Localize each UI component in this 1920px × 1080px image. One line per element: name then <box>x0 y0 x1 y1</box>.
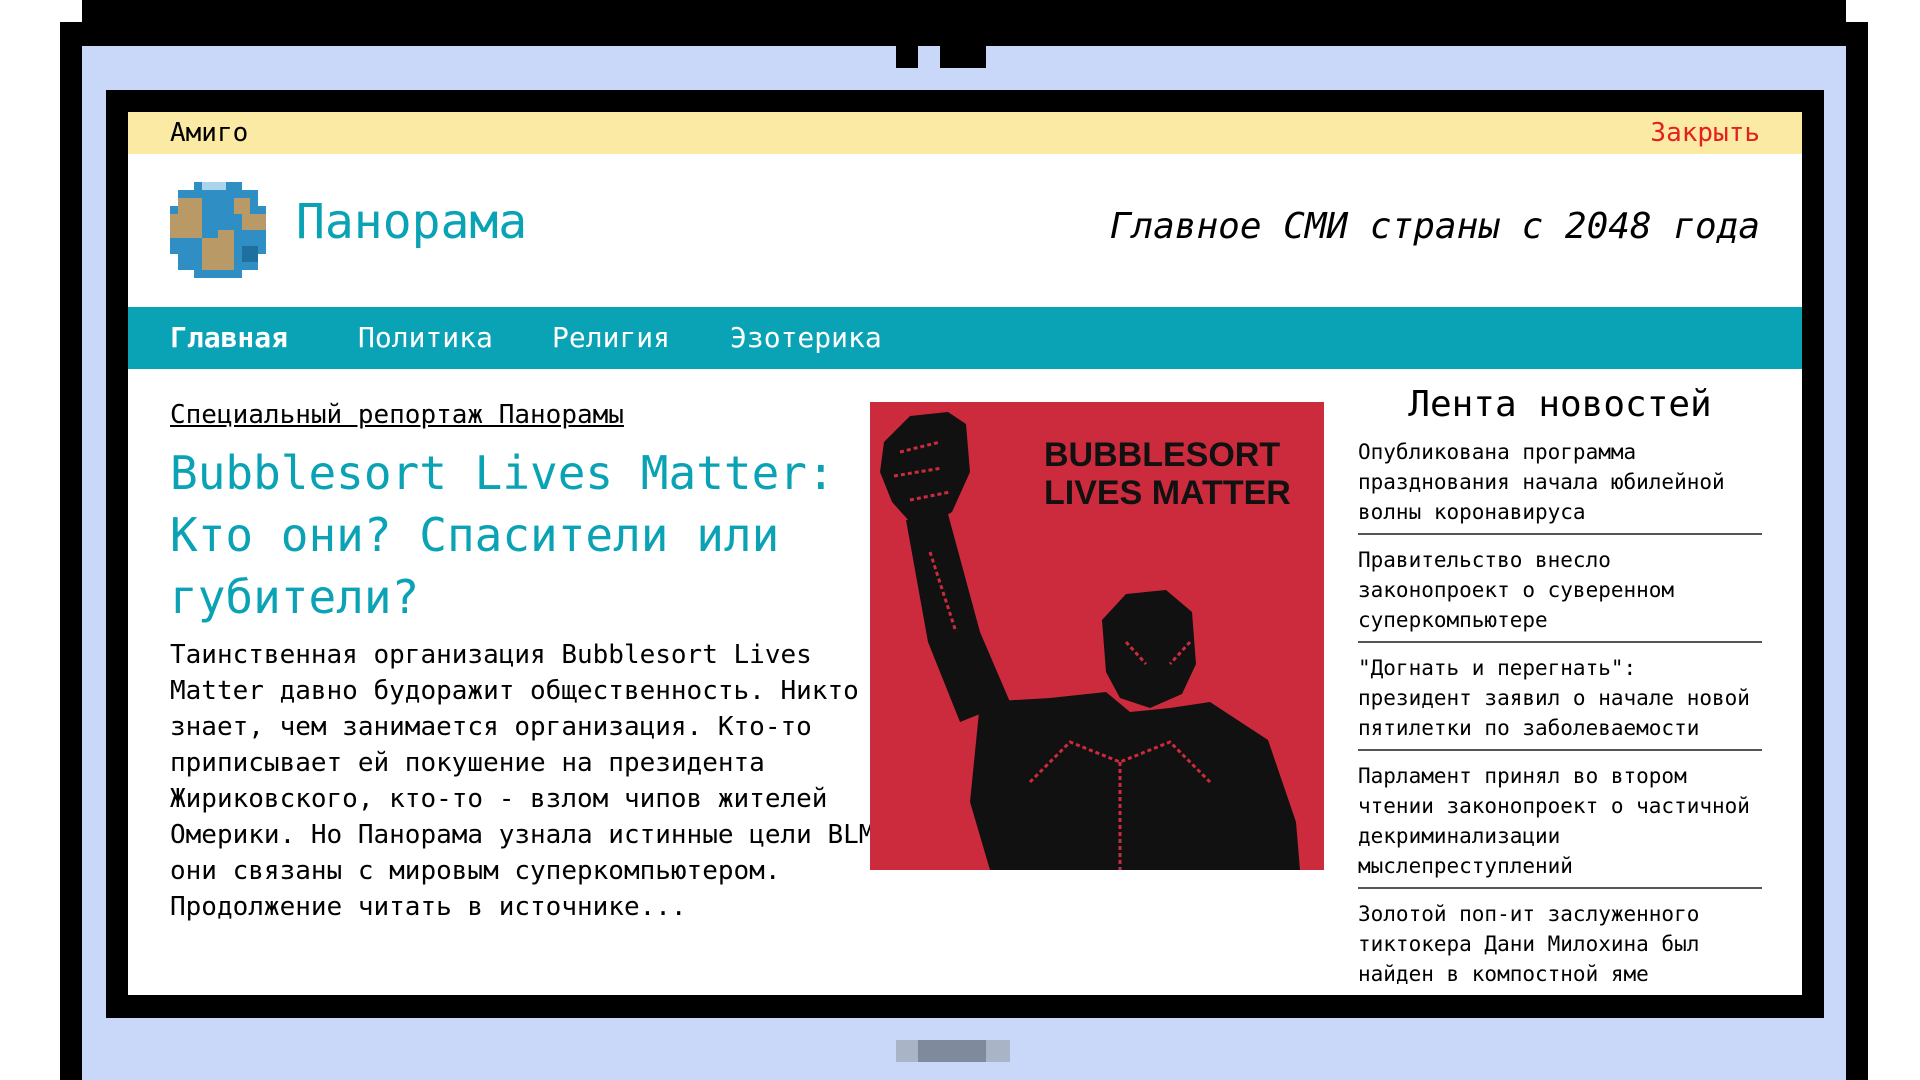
news-feed-title: Лента новостей <box>1408 384 1712 425</box>
speaker-grille <box>918 1040 986 1062</box>
article-headline[interactable]: Bubblesort Lives Matter: Кто они? Спасит… <box>170 442 860 628</box>
news-feed-item[interactable]: Правительство внесло законопроект о суве… <box>1358 545 1762 643</box>
browser-titlebar: Амиго Закрыть <box>128 112 1802 154</box>
camera-sensor <box>940 46 986 68</box>
poster-line-2: LIVES MATTER <box>1044 474 1291 512</box>
poster-line-1: BUBBLESORT <box>1044 436 1281 474</box>
monitor-speaker <box>896 1040 1010 1062</box>
site-header: Панорама Главное СМИ страны с 2048 года <box>128 154 1802 304</box>
browser-name: Амиго <box>170 118 249 148</box>
news-feed-item[interactable]: Золотой поп-ит заслуженного тиктокера Да… <box>1358 899 1762 995</box>
tab-esoterics[interactable]: Эзотерика <box>730 321 882 354</box>
news-feed: Лента новостей Опубликована программа пр… <box>1358 384 1762 995</box>
monitor-top-edge <box>82 0 1846 24</box>
camera-dot <box>896 46 918 68</box>
tab-religion[interactable]: Религия <box>552 321 670 354</box>
browser-screen: Амиго Закрыть Панорама Главное СМИ стран… <box>128 112 1802 995</box>
globe-icon <box>170 182 266 278</box>
news-feed-item[interactable]: Парламент принял во втором чтении законо… <box>1358 761 1762 889</box>
site-brand[interactable]: Панорама <box>296 194 527 250</box>
close-button[interactable]: Закрыть <box>1650 118 1760 148</box>
tab-politics[interactable]: Политика <box>358 321 493 354</box>
site-slogan: Главное СМИ страны с 2048 года <box>1109 206 1760 247</box>
article-kicker[interactable]: Специальный репортаж Панорамы <box>170 400 624 430</box>
news-feed-item[interactable]: "Догнать и перегнать": президент заявил … <box>1358 653 1762 751</box>
poster-caption: BUBBLESORT LIVES MATTER <box>1044 436 1291 512</box>
main-nav: Главная Политика Религия Эзотерика <box>128 307 1802 369</box>
news-feed-item[interactable]: Опубликована программа празднования нача… <box>1358 437 1762 535</box>
article-body: Таинственная организация Bubblesort Live… <box>170 640 906 922</box>
article-image[interactable]: BUBBLESORT LIVES MATTER <box>870 402 1324 870</box>
tab-home[interactable]: Главная <box>170 321 288 354</box>
